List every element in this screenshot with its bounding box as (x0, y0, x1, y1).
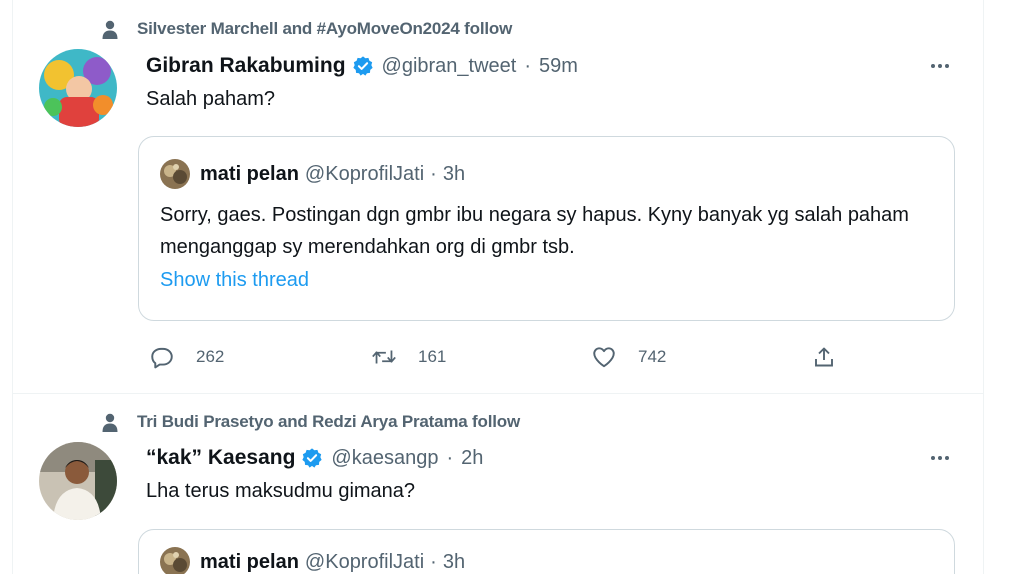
quoted-handle: @KoprofilJati (304, 550, 425, 573)
handle[interactable]: @kaesangp (331, 447, 438, 470)
display-name[interactable]: “kak” Kaesang (146, 446, 295, 470)
tweet-header: Gibran Rakabuming @gibran_tweet · 59m (146, 51, 578, 81)
reply-button[interactable]: 262 (148, 340, 224, 374)
tweet[interactable]: Tri Budi Prasetyo and Redzi Arya Pratama… (13, 394, 983, 574)
verified-badge-icon (352, 55, 374, 77)
quoted-tweet[interactable]: mati pelan @KoprofilJati · 3h (138, 529, 955, 574)
timeline: Silvester Marchell and #AyoMoveOn2024 fo… (12, 0, 984, 574)
display-name[interactable]: Gibran Rakabuming (146, 54, 346, 78)
reply-icon (148, 343, 176, 371)
like-button[interactable]: 742 (590, 340, 666, 374)
avatar[interactable] (39, 442, 117, 520)
quoted-handle: @KoprofilJati (304, 162, 425, 185)
separator: · (430, 162, 437, 185)
quoted-tweet[interactable]: mati pelan @KoprofilJati · 3h Sorry, gae… (138, 136, 955, 321)
retweet-icon (370, 343, 398, 371)
share-button[interactable] (810, 340, 838, 374)
quoted-timestamp: 3h (442, 162, 466, 185)
quoted-tweet-text: Sorry, gaes. Postingan dgn gmbr ibu nega… (160, 204, 909, 258)
quoted-display-name: mati pelan (200, 162, 299, 185)
quoted-display-name: mati pelan (200, 550, 299, 573)
tweet[interactable]: Silvester Marchell and #AyoMoveOn2024 fo… (13, 0, 983, 394)
like-count: 742 (638, 347, 667, 366)
quoted-timestamp: 3h (442, 550, 466, 573)
more-icon[interactable] (925, 446, 955, 470)
quoted-avatar (160, 159, 190, 189)
share-icon (810, 343, 838, 371)
handle[interactable]: @gibran_tweet (382, 55, 517, 78)
retweet-count: 161 (418, 347, 447, 366)
social-context-text: Silvester Marchell and #AyoMoveOn2024 fo… (137, 19, 513, 38)
separator: · (524, 54, 532, 77)
person-icon (95, 411, 125, 433)
more-icon[interactable] (925, 54, 955, 78)
social-context: Tri Budi Prasetyo and Redzi Arya Pratama… (95, 411, 520, 433)
quoted-tweet-header: mati pelan @KoprofilJati · 3h (160, 158, 465, 190)
separator: · (446, 446, 454, 469)
avatar[interactable] (39, 49, 117, 127)
tweet-actions: 262 161 742 (138, 340, 858, 374)
tweet-text: Salah paham? (146, 88, 275, 110)
person-icon (95, 18, 125, 40)
timestamp[interactable]: 2h (461, 447, 483, 470)
quoted-tweet-header: mati pelan @KoprofilJati · 3h (160, 546, 465, 574)
separator: · (430, 550, 437, 573)
social-context: Silvester Marchell and #AyoMoveOn2024 fo… (95, 18, 512, 40)
reply-count: 262 (196, 347, 225, 366)
tweet-text: Lha terus maksudmu gimana? (146, 480, 416, 502)
social-context-text: Tri Budi Prasetyo and Redzi Arya Pratama… (137, 412, 520, 431)
timestamp[interactable]: 59m (539, 55, 578, 78)
verified-badge-icon (301, 447, 323, 469)
like-icon (590, 343, 618, 371)
quoted-avatar (160, 547, 190, 574)
page-edge (990, 0, 1024, 574)
show-thread-link[interactable]: Show this thread (160, 269, 309, 292)
retweet-button[interactable]: 161 (370, 340, 446, 374)
tweet-header: “kak” Kaesang @kaesangp · 2h (146, 443, 483, 473)
